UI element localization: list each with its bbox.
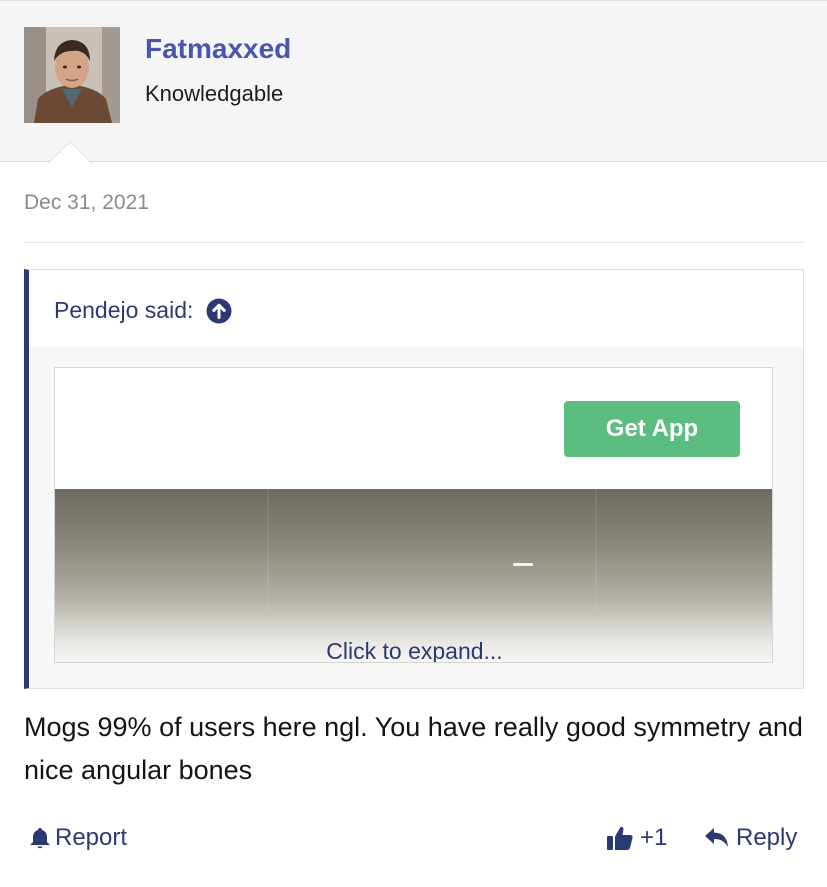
- report-label: Report: [55, 824, 128, 851]
- avatar-image: [24, 27, 120, 123]
- get-app-button[interactable]: Get App: [564, 401, 740, 457]
- arrow-up-circle-icon[interactable]: [206, 298, 232, 324]
- quote-embed: Get App Click to expand...: [54, 367, 773, 663]
- report-button[interactable]: Report: [29, 824, 127, 852]
- avatar[interactable]: [24, 27, 120, 123]
- user-header: Fatmaxxed Knowledgable: [0, 0, 827, 164]
- quote-block: Pendejo said: Get App Click to expand...: [24, 269, 804, 689]
- post-body: Mogs 99% of users here ngl. You have rea…: [24, 712, 803, 785]
- post-date[interactable]: Dec 31, 2021: [24, 191, 149, 215]
- post-page: Fatmaxxed Knowledgable Dec 31, 2021 Pend…: [0, 0, 827, 887]
- reply-label: Reply: [736, 824, 798, 851]
- click-to-expand-link[interactable]: Click to expand...: [55, 638, 772, 662]
- user-title: Knowledgable: [145, 81, 284, 106]
- bell-icon: [29, 826, 51, 850]
- quote-header: Pendejo said:: [29, 270, 803, 347]
- thumbs-up-icon: [606, 824, 634, 852]
- quote-author[interactable]: Pendejo said:: [54, 297, 232, 324]
- like-count: +1: [640, 824, 668, 851]
- reply-button[interactable]: Reply: [704, 824, 797, 852]
- like-button[interactable]: +1: [606, 824, 667, 852]
- reply-arrow-icon: [704, 827, 730, 849]
- username[interactable]: Fatmaxxed: [145, 33, 291, 65]
- divider: [24, 242, 804, 243]
- quote-author-label: Pendejo said:: [54, 297, 194, 323]
- embedded-image: [55, 489, 772, 662]
